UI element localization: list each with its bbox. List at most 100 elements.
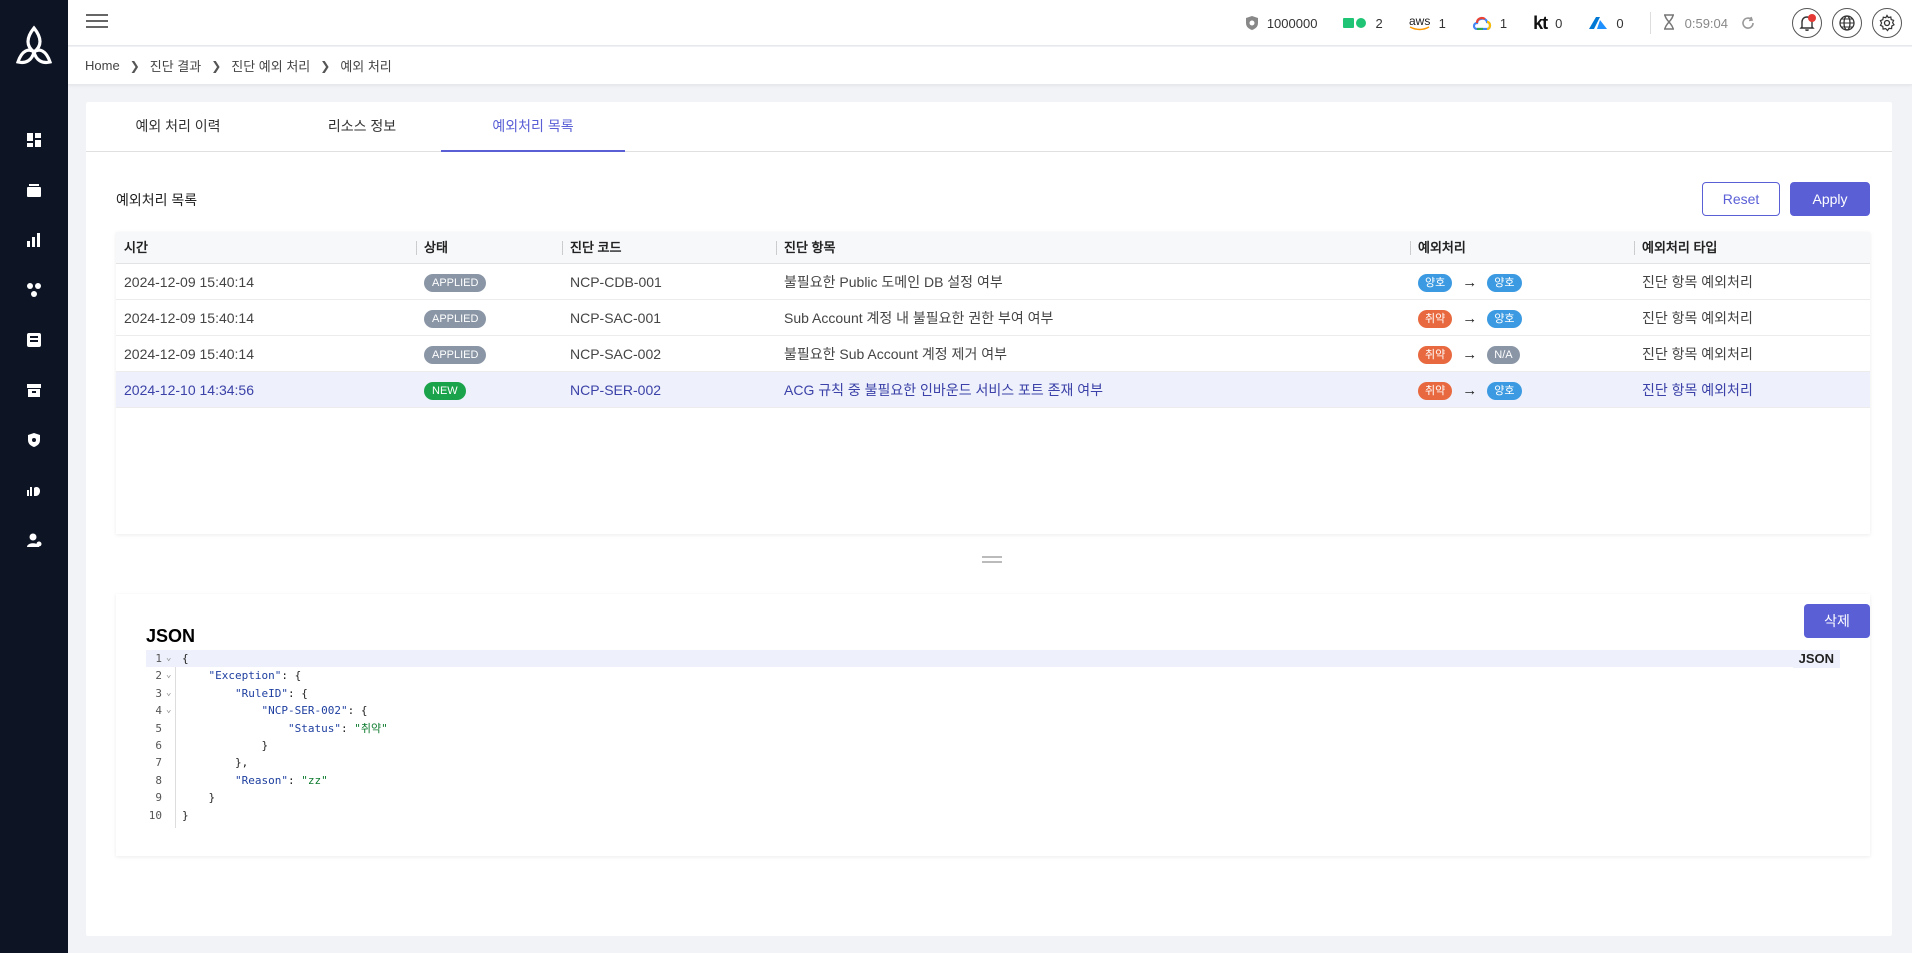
cell-item: ACG 규칙 중 불필요한 인바운드 서비스 포트 존재 여부 [784, 382, 1104, 398]
column-header-status[interactable]: 상태 [416, 232, 448, 264]
table-row[interactable]: 2024-12-09 15:40:14 APPLIED NCP-CDB-001 … [116, 264, 1870, 300]
status-badge: APPLIED [424, 310, 487, 329]
cell-code: NCP-CDB-001 [570, 274, 662, 290]
gear-icon [1879, 14, 1895, 32]
column-header-exception[interactable]: 예외처리 [1410, 232, 1466, 264]
notification-button[interactable] [1792, 8, 1822, 38]
archive-icon [27, 384, 41, 397]
table-row[interactable]: 2024-12-09 15:40:14 APPLIED NCP-SAC-001 … [116, 300, 1870, 336]
table-header: 시간 상태 진단 코드 진단 항목 예외처리 예외처리 타입 [116, 232, 1870, 264]
panel-resize-handle[interactable] [982, 556, 1002, 566]
table-row[interactable]: 2024-12-09 15:40:14 APPLIED NCP-SAC-002 … [116, 336, 1870, 372]
sidebar-item-cloud[interactable] [20, 476, 48, 504]
code-text: { [182, 652, 189, 665]
breadcrumb-diagnosis-exception[interactable]: 진단 예외 처리 [231, 56, 310, 75]
settings-button[interactable] [1872, 8, 1902, 38]
json-key: "Reason" [234, 773, 288, 787]
aws-icon: aws [1409, 13, 1431, 31]
aws-text: aws [1409, 13, 1431, 28]
delete-button[interactable]: 삭제 [1804, 604, 1870, 638]
sidebar-item-assets[interactable] [20, 176, 48, 204]
chevron-right-icon: ❯ [129, 58, 140, 73]
column-header-code[interactable]: 진단 코드 [562, 232, 621, 264]
divider [1649, 12, 1651, 34]
apply-button[interactable]: Apply [1790, 182, 1870, 216]
stat-kt: kt 0 [1533, 13, 1562, 34]
hourglass-icon [1663, 13, 1675, 33]
fold-chevron-icon[interactable]: ⌄ [166, 667, 171, 684]
app-logo-icon[interactable] [12, 24, 56, 68]
to-status-badge: 양호 [1487, 310, 1522, 329]
refresh-icon[interactable] [1740, 15, 1756, 31]
from-status-badge: 양호 [1418, 274, 1453, 293]
sidebar-item-dashboard[interactable] [20, 126, 48, 154]
breadcrumb-exception: 예외 처리 [340, 59, 392, 74]
line-number: 5 [155, 721, 162, 735]
bar-chart-icon [27, 233, 40, 247]
cell-exception: 취약 → N/A [1410, 336, 1520, 372]
code-line: 1 ⌄ { JSON [146, 650, 1840, 668]
json-editor[interactable]: 1 ⌄ { JSON 2 ⌄ "Exception": { 3 ⌄ "RuleID":… [146, 650, 1840, 828]
cell-code: NCP-SAC-001 [570, 310, 662, 326]
fold-chevron-icon[interactable]: ⌄ [166, 650, 171, 667]
topbar-status-area: 1000000 2 aws 1 1 kt 0 0 0:59:04 [1245, 0, 1902, 46]
kt-count: 0 [1555, 15, 1563, 31]
notification-dot [1808, 14, 1816, 22]
breadcrumb: Home ❯ 진단 결과 ❯ 진단 예외 처리 ❯ 예외 처리 [68, 47, 1912, 85]
network-icon [27, 283, 41, 297]
code-text: "Status": "취약" [287, 721, 388, 735]
cell-exception: 양호 → 양호 [1410, 264, 1522, 300]
tab-exception-list[interactable]: 예외처리 목록 [441, 102, 625, 152]
code-line: 10 } [146, 807, 1840, 824]
cell-time: 2024-12-09 15:40:14 [124, 346, 254, 362]
sidebar-item-security[interactable] [20, 426, 48, 454]
language-label: JSON [1792, 650, 1840, 668]
arrow-right-icon: → [1462, 274, 1478, 292]
sidebar-item-reports[interactable] [20, 226, 48, 254]
sidebar [0, 0, 68, 953]
fold-chevron-icon[interactable]: ⌄ [166, 702, 171, 719]
sidebar-item-network[interactable] [20, 276, 48, 304]
code-text: "NCP-SER-002": { [261, 704, 368, 718]
cell-time: 2024-12-10 14:34:56 [124, 382, 254, 398]
fold-chevron-icon[interactable]: ⌄ [166, 685, 171, 702]
breadcrumb-home[interactable]: Home [85, 58, 120, 73]
timer-value: 0:59:04 [1684, 15, 1728, 31]
code-text: "RuleID": { [234, 686, 308, 700]
sidebar-item-archive[interactable] [20, 376, 48, 404]
line-number: 7 [155, 756, 162, 770]
column-header-time[interactable]: 시간 [116, 232, 148, 264]
briefcase-icon [27, 184, 41, 197]
breadcrumb-diagnosis-result[interactable]: 진단 결과 [150, 56, 201, 75]
table-row-selected[interactable]: 2024-12-10 14:34:56 NEW NCP-SER-002 ACG … [116, 372, 1870, 408]
menu-toggle-icon[interactable] [86, 11, 108, 31]
line-number: 3 [155, 686, 162, 700]
stat-aws: aws 1 [1409, 13, 1446, 31]
cell-status: APPLIED [416, 264, 487, 300]
server-icon [27, 333, 41, 347]
sidebar-item-users[interactable] [20, 526, 48, 554]
ncp-icon [1343, 17, 1367, 29]
cell-status: APPLIED [416, 336, 487, 372]
arrow-right-icon: → [1462, 382, 1478, 400]
reset-button[interactable]: Reset [1702, 182, 1780, 216]
cell-code: NCP-SAC-002 [570, 346, 662, 362]
exception-table: 시간 상태 진단 코드 진단 항목 예외처리 예외처리 타입 2024-12-0… [116, 232, 1870, 534]
json-key: "RuleID" [234, 686, 288, 700]
cell-time: 2024-12-09 15:40:14 [124, 310, 254, 326]
tab-resource-info[interactable]: 리소스 정보 [270, 102, 454, 152]
code-text: "Exception": { [208, 669, 302, 683]
sidebar-item-server[interactable] [20, 326, 48, 354]
cell-status: APPLIED [416, 300, 487, 336]
to-status-badge: 양호 [1487, 382, 1522, 401]
code-text: }, [182, 756, 249, 770]
column-header-item[interactable]: 진단 항목 [776, 232, 835, 264]
dashboard-icon [27, 133, 41, 147]
column-header-type[interactable]: 예외처리 타입 [1634, 232, 1717, 264]
tab-exception-history[interactable]: 예외 처리 이력 [86, 102, 270, 152]
shield-icon [1245, 15, 1259, 31]
stat-ncp: 2 [1343, 16, 1383, 31]
status-badge: NEW [424, 382, 466, 401]
language-button[interactable] [1832, 8, 1862, 38]
cell-type: 진단 항목 예외처리 [1642, 346, 1753, 362]
